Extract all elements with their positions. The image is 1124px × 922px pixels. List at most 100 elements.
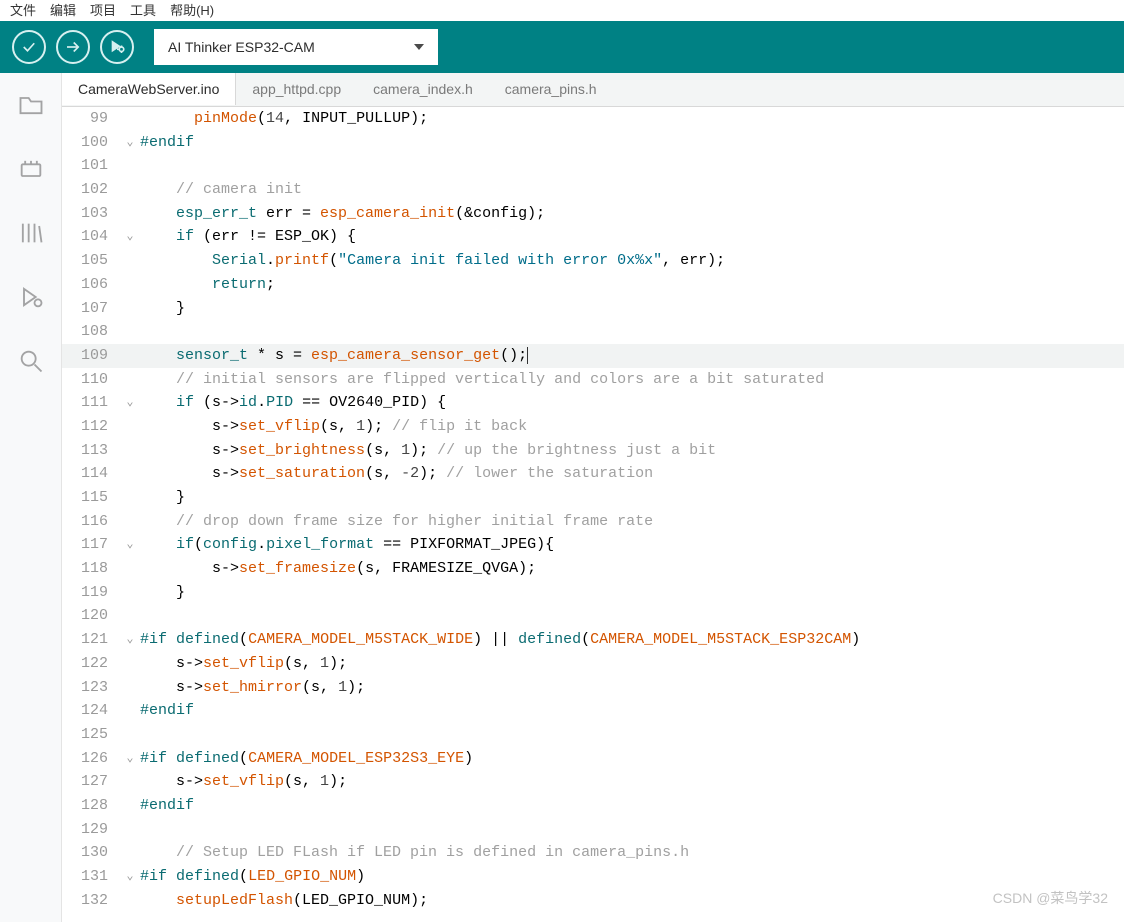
board-select-label: AI Thinker ESP32-CAM: [168, 39, 315, 55]
code-line[interactable]: 122 s->set_vflip(s, 1);: [62, 652, 1124, 676]
code-text: esp_err_t err = esp_camera_init(&config)…: [140, 202, 1124, 226]
code-line[interactable]: 111⌄ if (s->id.PID == OV2640_PID) {: [62, 391, 1124, 415]
line-number: 129: [62, 818, 120, 842]
code-text: // drop down frame size for higher initi…: [140, 510, 1124, 534]
code-line[interactable]: 126⌄#if defined(CAMERA_MODEL_ESP32S3_EYE…: [62, 747, 1124, 771]
line-number: 106: [62, 273, 120, 297]
line-number: 115: [62, 486, 120, 510]
line-number: 124: [62, 699, 120, 723]
code-text: #if defined(LED_GPIO_NUM): [140, 865, 1124, 889]
code-text: #endif: [140, 131, 1124, 155]
code-text: #if defined(CAMERA_MODEL_M5STACK_WIDE) |…: [140, 628, 1124, 652]
menu-item[interactable]: 编辑: [50, 0, 76, 19]
debug-icon[interactable]: [17, 283, 45, 311]
library-manager-icon[interactable]: [17, 219, 45, 247]
code-line[interactable]: 106 return;: [62, 273, 1124, 297]
line-number: 119: [62, 581, 120, 605]
code-line[interactable]: 131⌄#if defined(LED_GPIO_NUM): [62, 865, 1124, 889]
code-text: return;: [140, 273, 1124, 297]
code-line[interactable]: 129: [62, 818, 1124, 842]
code-text: s->set_framesize(s, FRAMESIZE_QVGA);: [140, 557, 1124, 581]
board-manager-icon[interactable]: [17, 155, 45, 183]
menu-item[interactable]: 项目: [90, 0, 116, 19]
fold-chevron-icon[interactable]: ⌄: [120, 131, 140, 155]
code-line[interactable]: 123 s->set_hmirror(s, 1);: [62, 676, 1124, 700]
menu-item[interactable]: 工具: [130, 0, 156, 19]
code-line[interactable]: 130 // Setup LED FLash if LED pin is def…: [62, 841, 1124, 865]
code-line[interactable]: 117⌄ if(config.pixel_format == PIXFORMAT…: [62, 533, 1124, 557]
code-line[interactable]: 121⌄#if defined(CAMERA_MODEL_M5STACK_WID…: [62, 628, 1124, 652]
board-select[interactable]: AI Thinker ESP32-CAM: [154, 29, 438, 65]
code-line[interactable]: 114 s->set_saturation(s, -2); // lower t…: [62, 462, 1124, 486]
code-text: s->set_hmirror(s, 1);: [140, 676, 1124, 700]
code-line[interactable]: 113 s->set_brightness(s, 1); // up the b…: [62, 439, 1124, 463]
code-line[interactable]: 107 }: [62, 297, 1124, 321]
code-line[interactable]: 104⌄ if (err != ESP_OK) {: [62, 225, 1124, 249]
code-line[interactable]: 132 setupLedFlash(LED_GPIO_NUM);: [62, 889, 1124, 913]
code-line[interactable]: 105 Serial.printf("Camera init failed wi…: [62, 249, 1124, 273]
line-number: 131: [62, 865, 120, 889]
code-line[interactable]: 100⌄#endif: [62, 131, 1124, 155]
menu-item[interactable]: 帮助(H): [170, 0, 214, 19]
line-number: 116: [62, 510, 120, 534]
line-number: 127: [62, 770, 120, 794]
line-number: 103: [62, 202, 120, 226]
code-text: #endif: [140, 699, 1124, 723]
fold-chevron-icon[interactable]: ⌄: [120, 225, 140, 249]
tab[interactable]: CameraWebServer.ino: [62, 73, 236, 105]
code-line[interactable]: 112 s->set_vflip(s, 1); // flip it back: [62, 415, 1124, 439]
code-line[interactable]: 116 // drop down frame size for higher i…: [62, 510, 1124, 534]
tab[interactable]: app_httpd.cpp: [236, 73, 357, 106]
code-text: if (err != ESP_OK) {: [140, 225, 1124, 249]
code-line[interactable]: 101: [62, 154, 1124, 178]
tab[interactable]: camera_pins.h: [489, 73, 613, 106]
code-text: // initial sensors are flipped verticall…: [140, 368, 1124, 392]
debug-button[interactable]: [100, 30, 134, 64]
code-text: }: [140, 581, 1124, 605]
line-number: 104: [62, 225, 120, 249]
code-line[interactable]: 102 // camera init: [62, 178, 1124, 202]
code-line[interactable]: 128#endif: [62, 794, 1124, 818]
line-number: 132: [62, 889, 120, 913]
chevron-down-icon: [414, 44, 424, 50]
fold-chevron-icon[interactable]: ⌄: [120, 391, 140, 415]
code-line[interactable]: 125: [62, 723, 1124, 747]
menu-item[interactable]: 文件: [10, 0, 36, 19]
line-number: 111: [62, 391, 120, 415]
code-line[interactable]: 109 sensor_t * s = esp_camera_sensor_get…: [62, 344, 1124, 368]
code-text: // camera init: [140, 178, 1124, 202]
code-line[interactable]: 124 #endif: [62, 699, 1124, 723]
line-number: 120: [62, 604, 120, 628]
code-line[interactable]: 99 pinMode(14, INPUT_PULLUP);: [62, 107, 1124, 131]
tab[interactable]: camera_index.h: [357, 73, 489, 106]
code-line[interactable]: 110 // initial sensors are flipped verti…: [62, 368, 1124, 392]
code-text: s->set_saturation(s, -2); // lower the s…: [140, 462, 1124, 486]
code-line[interactable]: 120: [62, 604, 1124, 628]
code-line[interactable]: 118 s->set_framesize(s, FRAMESIZE_QVGA);: [62, 557, 1124, 581]
line-number: 122: [62, 652, 120, 676]
code-text: // Setup LED FLash if LED pin is defined…: [140, 841, 1124, 865]
line-number: 100: [62, 131, 120, 155]
fold-chevron-icon[interactable]: ⌄: [120, 747, 140, 771]
fold-chevron-icon[interactable]: ⌄: [120, 628, 140, 652]
line-number: 101: [62, 154, 120, 178]
line-number: 125: [62, 723, 120, 747]
upload-button[interactable]: [56, 30, 90, 64]
code-line[interactable]: 115 }: [62, 486, 1124, 510]
search-icon[interactable]: [17, 347, 45, 375]
code-editor[interactable]: 99 pinMode(14, INPUT_PULLUP);100⌄#endif1…: [62, 107, 1124, 922]
folder-icon[interactable]: [17, 91, 45, 119]
code-text: if (s->id.PID == OV2640_PID) {: [140, 391, 1124, 415]
line-number: 102: [62, 178, 120, 202]
verify-button[interactable]: [12, 30, 46, 64]
watermark: CSDN @菜鸟学32: [993, 888, 1108, 908]
fold-chevron-icon[interactable]: ⌄: [120, 865, 140, 889]
code-line[interactable]: 103 esp_err_t err = esp_camera_init(&con…: [62, 202, 1124, 226]
code-line[interactable]: 108: [62, 320, 1124, 344]
code-text: s->set_vflip(s, 1);: [140, 652, 1124, 676]
line-number: 99: [62, 107, 120, 131]
code-text: #endif: [140, 794, 1124, 818]
fold-chevron-icon[interactable]: ⌄: [120, 533, 140, 557]
code-line[interactable]: 119 }: [62, 581, 1124, 605]
code-line[interactable]: 127 s->set_vflip(s, 1);: [62, 770, 1124, 794]
